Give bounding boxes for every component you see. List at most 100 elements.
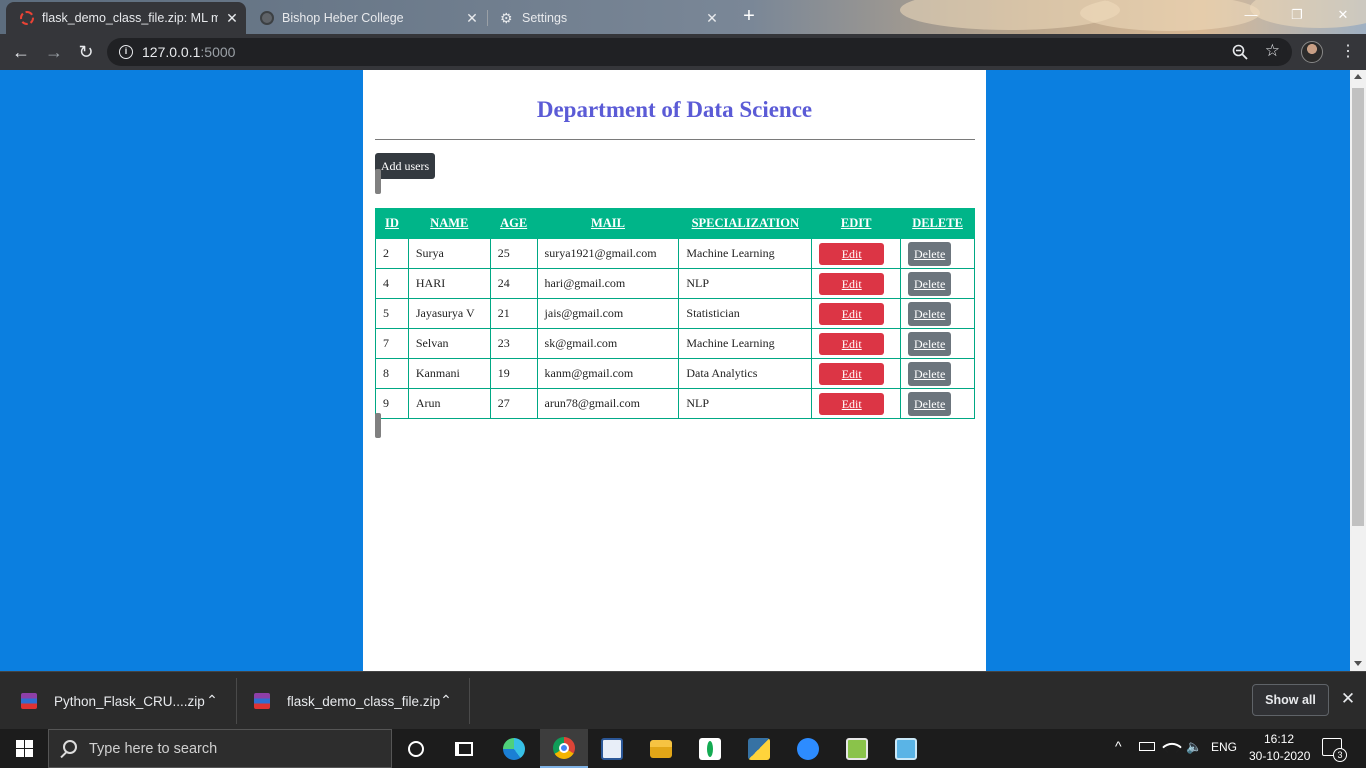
wifi-icon[interactable] [1162,737,1182,757]
download-options-chevron-icon[interactable]: ⌃ [202,692,222,709]
header-edit[interactable]: EDIT [811,208,902,239]
zoom-app-icon[interactable] [784,729,832,768]
cell-edit: Edit [811,358,902,389]
scroll-up-arrow-icon[interactable] [1354,74,1362,79]
control-panel-icon[interactable] [882,729,930,768]
task-view-icon[interactable] [440,729,488,768]
cell-name: HARI [407,268,491,299]
table-row: 2 Surya 25 surya1921@gmail.com Machine L… [375,238,975,269]
restore-button[interactable]: ❐ [1277,4,1317,26]
star-icon[interactable]: ☆ [1265,41,1280,61]
clock-time[interactable]: 16:12 [1264,732,1294,746]
tab-close-icon[interactable]: ✕ [218,10,246,27]
tab-flask-demo[interactable]: flask_demo_class_file.zip: ML mas ✕ [6,2,246,34]
show-all-button[interactable]: Show all [1252,684,1329,716]
python-icon[interactable] [735,729,783,768]
scroll-down-arrow-icon[interactable] [1354,661,1362,666]
url-text[interactable]: 127.0.0.1:5000 [142,44,235,60]
tab-title: Bishop Heber College [282,11,404,25]
cell-mail: jais@gmail.com [536,298,680,329]
new-tab-button[interactable]: + [738,5,760,27]
cell-age: 27 [489,388,538,419]
header-delete[interactable]: DELETE [900,208,975,239]
header-specialization[interactable]: SPECIALIZATION [678,208,813,239]
window-close-button[interactable]: ✕ [1323,4,1363,26]
word-app-icon[interactable] [588,729,636,768]
edit-button[interactable]: Edit [819,332,885,355]
clock-date[interactable]: 30-10-2020 [1249,749,1310,763]
back-icon[interactable]: ← [9,40,33,64]
volume-icon[interactable]: 🔈 [1186,739,1202,755]
cell-name: Selvan [407,328,491,359]
battery-icon[interactable] [1139,742,1155,751]
reload-icon[interactable]: ↻ [74,40,98,64]
cell-id: 5 [375,298,409,329]
info-icon[interactable]: i [119,45,133,59]
tray-chevron-icon[interactable]: ^ [1115,738,1122,754]
cell-name: Surya [407,238,491,269]
browser-toolbar: ← → ↻ i 127.0.0.1:5000 ☆ [0,34,1366,70]
notification-count-badge: 3 [1333,748,1347,762]
download-item[interactable]: Python_Flask_CRU....zip [21,678,205,724]
tab-close-icon[interactable]: ✕ [698,10,726,27]
cell-age: 24 [489,268,538,299]
header-name[interactable]: NAME [407,208,491,239]
delete-button[interactable]: Delete [908,391,952,416]
taskbar-search-box[interactable]: Type here to search [48,729,392,768]
tab-settings[interactable]: ⚙ Settings ✕ [486,2,726,34]
edit-button[interactable]: Edit [819,242,885,265]
profile-avatar[interactable] [1301,41,1323,63]
header-id[interactable]: ID [375,208,409,239]
tab-bishop-heber[interactable]: Bishop Heber College ✕ [246,2,486,34]
language-indicator[interactable]: ENG [1211,740,1237,754]
tab-close-icon[interactable]: ✕ [458,10,486,27]
forward-icon[interactable]: → [42,40,66,64]
address-bar[interactable]: i 127.0.0.1:5000 ☆ [107,38,1292,66]
scroll-thumb[interactable] [1352,88,1364,526]
table-scroll-handle-top[interactable] [375,169,381,194]
zip-file-icon [254,693,270,709]
cell-mail: arun78@gmail.com [536,388,680,419]
page-scrollbar[interactable] [1350,70,1366,671]
minimize-button[interactable]: — [1231,4,1271,26]
gear-icon: ⚙ [500,10,513,26]
cell-specialization: Data Analytics [678,358,813,389]
header-age[interactable]: AGE [489,208,538,239]
edit-button[interactable]: Edit [819,392,885,415]
notepad-app-icon[interactable] [833,729,881,768]
cell-edit: Edit [811,328,902,359]
delete-button[interactable]: Delete [908,301,952,326]
delete-button[interactable]: Delete [908,361,952,386]
edge-icon[interactable] [490,729,538,768]
edit-button[interactable]: Edit [819,362,885,385]
edit-button[interactable]: Edit [819,272,885,295]
close-download-shelf-icon[interactable]: ✕ [1338,688,1358,710]
cell-delete: Delete [900,388,975,419]
cell-age: 19 [489,358,538,389]
download-shelf: Python_Flask_CRU....zip ⌃ flask_demo_cla… [0,671,1366,729]
chrome-icon[interactable] [540,729,588,768]
menu-icon[interactable]: ⋮ [1340,41,1356,63]
cell-specialization: Machine Learning [678,238,813,269]
zip-file-icon [21,693,37,709]
delete-button[interactable]: Delete [908,241,952,266]
delete-button[interactable]: Delete [908,331,952,356]
download-options-chevron-icon[interactable]: ⌃ [436,692,456,709]
cell-name: Jayasurya V [407,298,491,329]
cell-specialization: NLP [678,388,813,419]
table-row: 4 HARI 24 hari@gmail.com NLP Edit Delete [375,268,975,299]
zoom-icon[interactable] [1232,44,1248,60]
cell-edit: Edit [811,298,902,329]
file-explorer-icon[interactable] [637,729,685,768]
header-mail[interactable]: MAIL [536,208,680,239]
table-scroll-handle-bottom[interactable] [375,413,381,438]
windows-start-icon[interactable] [0,729,48,768]
cell-id: 7 [375,328,409,359]
mongodb-icon[interactable] [686,729,734,768]
delete-button[interactable]: Delete [908,271,952,296]
cortana-icon[interactable] [392,729,440,768]
add-users-button[interactable]: Add users [375,153,435,179]
download-item[interactable]: flask_demo_class_file.zip [254,678,440,724]
edit-button[interactable]: Edit [819,302,885,325]
cell-id: 4 [375,268,409,299]
